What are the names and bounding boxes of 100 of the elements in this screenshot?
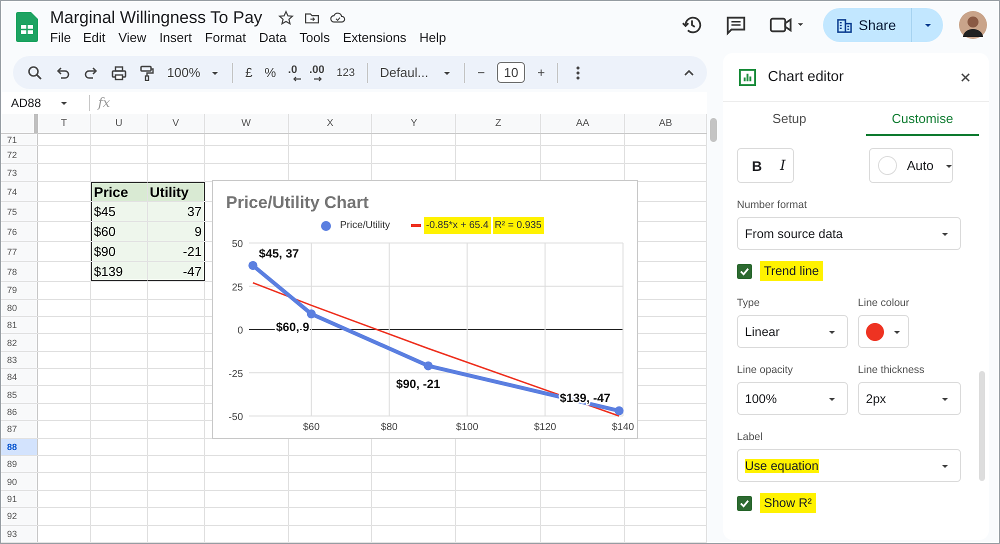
checkbox-label[interactable]: Trend line xyxy=(760,261,824,281)
column-header[interactable]: W xyxy=(204,114,289,134)
document-title[interactable]: Marginal Willingness To Pay xyxy=(50,8,262,28)
menu-item[interactable]: Edit xyxy=(82,30,112,45)
field-label: Line colour xyxy=(858,297,910,309)
row-header[interactable]: 84 xyxy=(1,369,38,386)
search-icon[interactable] xyxy=(27,64,43,81)
line-opacity-dropdown[interactable]: 100% xyxy=(736,382,848,415)
field-label: Label xyxy=(736,431,764,443)
row-header[interactable]: 77 xyxy=(1,242,38,262)
increase-decimal-button[interactable]: .00 xyxy=(309,64,325,82)
menu-item[interactable]: Tools xyxy=(299,30,336,45)
check-icon xyxy=(738,498,750,508)
legend-label: R² = 0.935 xyxy=(492,217,544,234)
data-label: $45, 37 xyxy=(258,246,299,261)
avatar[interactable] xyxy=(959,11,987,39)
column-header[interactable]: Z xyxy=(456,114,542,134)
y-tick-label: 0 xyxy=(237,326,243,337)
x-tick-label: $80 xyxy=(380,422,398,434)
percent-button[interactable]: % xyxy=(264,65,276,80)
y-tick-label: -25 xyxy=(228,368,243,380)
trend-line-checkbox[interactable] xyxy=(736,264,752,278)
history-icon[interactable] xyxy=(680,14,703,36)
row-header[interactable]: 72 xyxy=(1,146,38,164)
row-header[interactable]: 74 xyxy=(1,182,38,202)
redo-icon[interactable] xyxy=(83,64,99,81)
italic-button[interactable]: I xyxy=(780,158,786,174)
column-header[interactable]: X xyxy=(288,114,372,134)
number-format-button[interactable]: 123 xyxy=(336,66,355,79)
line-colour-dropdown[interactable] xyxy=(858,315,909,348)
tab[interactable]: Setup xyxy=(732,102,846,136)
menu-item[interactable]: Insert xyxy=(159,30,198,45)
line-thickness-dropdown[interactable]: 2px xyxy=(858,382,961,415)
paint-format-icon[interactable] xyxy=(139,64,155,81)
menu-item[interactable]: Format xyxy=(204,30,252,45)
row-header[interactable]: 71 xyxy=(1,134,38,146)
decrease-decimal-button[interactable]: .0 xyxy=(288,64,298,82)
bold-button[interactable]: B xyxy=(752,158,762,174)
row-header[interactable]: 76 xyxy=(1,222,38,242)
row-header[interactable]: 91 xyxy=(1,490,38,508)
column-header[interactable]: T xyxy=(38,114,91,134)
star-icon[interactable] xyxy=(278,10,294,26)
sheets-logo-icon[interactable] xyxy=(16,12,38,42)
checkbox-label[interactable]: Show R² xyxy=(760,493,816,513)
column-header[interactable]: V xyxy=(148,114,205,134)
currency-button[interactable]: £ xyxy=(245,65,252,80)
row-header[interactable]: 79 xyxy=(1,282,38,299)
comment-icon[interactable] xyxy=(724,14,747,36)
data-point xyxy=(306,310,316,319)
row-header[interactable]: 73 xyxy=(1,164,38,182)
y-tick-label: -50 xyxy=(228,412,243,424)
column-header[interactable]: U xyxy=(90,114,148,134)
row-header[interactable]: 89 xyxy=(1,456,38,472)
data-point xyxy=(248,261,258,270)
share-button[interactable]: Share xyxy=(822,8,943,42)
menu-item[interactable]: File xyxy=(50,30,77,45)
row-header[interactable]: 87 xyxy=(1,421,38,438)
scrollbar-thumb[interactable] xyxy=(710,118,717,142)
x-tick-label: $140 xyxy=(612,422,634,434)
type-dropdown[interactable]: Linear xyxy=(736,315,848,348)
row-header[interactable]: 82 xyxy=(1,334,38,351)
row-header[interactable]: 93 xyxy=(1,526,38,542)
undo-icon[interactable] xyxy=(55,64,71,81)
building-icon xyxy=(836,18,852,32)
scrollbar-thumb[interactable] xyxy=(979,371,985,481)
label-dropdown[interactable]: Use equation xyxy=(736,449,961,482)
show-r2-checkbox[interactable] xyxy=(736,496,752,510)
font-size-field[interactable]: 10 xyxy=(496,62,526,84)
menu-item[interactable]: Data xyxy=(259,30,292,45)
row-header[interactable]: 88 xyxy=(1,438,38,456)
chart-icon xyxy=(738,68,756,86)
tab[interactable]: Customise xyxy=(866,102,980,136)
table-cell: Price xyxy=(90,182,148,202)
y-tick-label: 25 xyxy=(232,282,243,294)
column-header[interactable]: AB xyxy=(625,114,707,134)
row-header[interactable]: 90 xyxy=(1,473,38,490)
menu-item[interactable]: View xyxy=(118,30,152,45)
arrow-left-icon xyxy=(292,76,302,82)
row-header[interactable]: 92 xyxy=(1,508,38,525)
row-header[interactable]: 83 xyxy=(1,352,38,368)
text-colour-dropdown[interactable]: Auto xyxy=(868,148,953,183)
zoom-dropdown[interactable]: 100% xyxy=(167,65,220,80)
legend-label: Price/Utility xyxy=(339,219,392,234)
row-header[interactable]: 75 xyxy=(1,202,38,222)
row-header[interactable]: 85 xyxy=(1,386,38,403)
row-header[interactable]: 81 xyxy=(1,316,38,334)
menu-item[interactable]: Extensions xyxy=(342,30,412,45)
menu-item[interactable]: Help xyxy=(419,30,452,45)
print-icon[interactable] xyxy=(111,64,127,81)
column-header[interactable]: AA xyxy=(541,114,626,134)
increase-font-size-button[interactable]: + xyxy=(537,65,545,80)
number-format-dropdown[interactable]: From source data xyxy=(736,217,961,250)
column-header[interactable]: Y xyxy=(372,114,456,134)
name-box[interactable]: AD88 xyxy=(1,96,83,110)
row-header[interactable]: 78 xyxy=(1,262,38,282)
decrease-font-size-button[interactable]: − xyxy=(477,65,485,80)
row-header[interactable]: 86 xyxy=(1,404,38,420)
close-icon[interactable] xyxy=(960,72,971,82)
font-dropdown[interactable]: Defaul... xyxy=(380,65,452,80)
row-header[interactable]: 80 xyxy=(1,300,38,316)
